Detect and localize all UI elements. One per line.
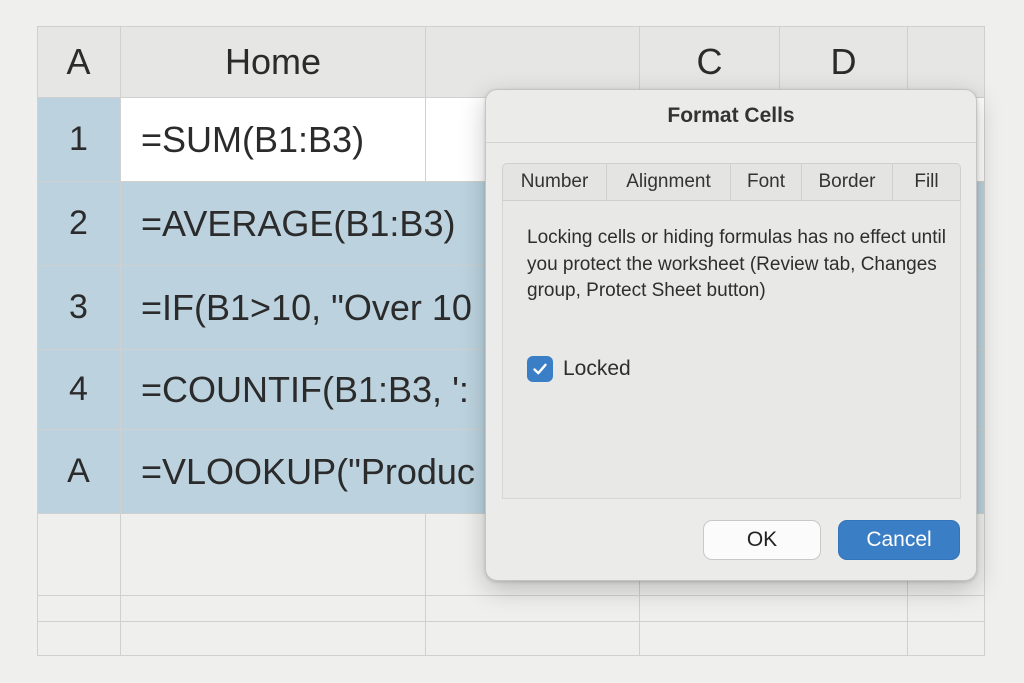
cell-formula-sum[interactable]: =SUM(B1:B3) <box>121 98 426 182</box>
row-header-3[interactable]: 3 <box>37 266 121 350</box>
column-header-home[interactable]: Home <box>121 26 426 98</box>
cancel-button[interactable]: Cancel <box>838 520 960 560</box>
tab-fill[interactable]: Fill <box>893 164 960 200</box>
tab-border[interactable]: Border <box>802 164 893 200</box>
table-cell[interactable] <box>121 596 426 622</box>
dialog-tabs: Number Alignment Font Border Fill <box>502 163 961 201</box>
protection-message: Locking cells or hiding formulas has no … <box>527 227 946 301</box>
tab-panel: Locking cells or hiding formulas has no … <box>502 201 961 499</box>
row-header-2[interactable]: 2 <box>37 182 121 266</box>
locked-checkbox-row[interactable]: Locked <box>527 356 631 382</box>
ok-button[interactable]: OK <box>703 520 821 560</box>
table-cell[interactable] <box>426 622 640 656</box>
row-header-4[interactable]: 4 <box>37 350 121 430</box>
checkmark-icon <box>533 363 547 375</box>
table-cell[interactable] <box>37 514 121 596</box>
table-cell[interactable] <box>426 596 640 622</box>
table-cell[interactable] <box>37 622 121 656</box>
format-cells-dialog: Format Cells Number Alignment Font Borde… <box>485 89 977 581</box>
dialog-title: Format Cells <box>486 90 976 143</box>
tab-number[interactable]: Number <box>503 164 607 200</box>
table-cell[interactable] <box>37 596 121 622</box>
table-cell[interactable] <box>908 596 985 622</box>
table-cell[interactable] <box>121 514 426 596</box>
row-header-a[interactable]: A <box>37 430 121 514</box>
column-header-extra[interactable] <box>908 26 985 98</box>
tab-alignment[interactable]: Alignment <box>607 164 731 200</box>
table-cell[interactable] <box>640 622 908 656</box>
column-header-blank[interactable] <box>426 26 640 98</box>
column-header-d[interactable]: D <box>780 26 908 98</box>
table-cell[interactable] <box>121 622 426 656</box>
column-header-c[interactable]: C <box>640 26 780 98</box>
locked-checkbox[interactable] <box>527 356 553 382</box>
column-header-a[interactable]: A <box>37 26 121 98</box>
table-cell[interactable] <box>908 622 985 656</box>
tab-font[interactable]: Font <box>731 164 802 200</box>
locked-checkbox-label[interactable]: Locked <box>563 357 631 381</box>
row-header-1[interactable]: 1 <box>37 98 121 182</box>
table-cell[interactable] <box>640 596 908 622</box>
